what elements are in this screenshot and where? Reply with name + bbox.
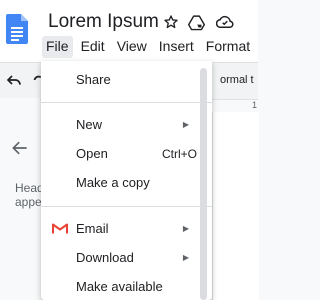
triangle-right-icon: ▶ (182, 224, 189, 233)
menu-divider (41, 206, 212, 207)
menu-edit[interactable]: Edit (77, 36, 109, 58)
menu-item-email[interactable]: Email ▶ (41, 216, 201, 242)
triangle-right-icon: ▶ (182, 120, 189, 129)
outline-hint: Head appe (15, 181, 44, 209)
menu-scrollbar[interactable] (200, 68, 207, 300)
menu-view[interactable]: View (113, 36, 151, 58)
arrow-left-icon[interactable] (10, 138, 30, 158)
triangle-right-icon: ▶ (182, 253, 189, 262)
menu-item-open[interactable]: Open Ctrl+O (41, 141, 201, 167)
document-page[interactable] (212, 112, 259, 300)
google-docs-icon[interactable] (6, 14, 28, 44)
undo-icon[interactable] (6, 73, 22, 87)
cloud-status-icon[interactable] (215, 12, 235, 32)
menu-item-new[interactable]: New ▶ (41, 112, 201, 138)
menu-format[interactable]: Format (202, 36, 254, 58)
menu-bar: File Edit View Insert Format (42, 36, 258, 58)
menu-file[interactable]: File (42, 36, 73, 58)
paragraph-style-dropdown[interactable]: ormal t (220, 74, 254, 86)
ruler-marker: 1 (252, 100, 258, 110)
menu-item-share[interactable]: Share (41, 67, 201, 93)
move-to-drive-icon[interactable] (186, 12, 206, 32)
document-title[interactable]: Lorem Ipsum (48, 11, 159, 33)
file-menu: Share New ▶ Open Ctrl+O Make a copy Emai… (41, 61, 212, 300)
gmail-icon (52, 223, 68, 234)
menu-insert[interactable]: Insert (155, 36, 198, 58)
menu-item-make-copy[interactable]: Make a copy (41, 170, 201, 196)
app-header: Lorem Ipsum File Edit View Insert Format (0, 0, 258, 62)
star-icon[interactable] (161, 12, 181, 32)
shortcut-label: Ctrl+O (161, 147, 197, 161)
menu-divider (41, 102, 212, 103)
menu-item-download[interactable]: Download ▶ (41, 245, 201, 271)
menu-item-make-available[interactable]: Make available (41, 274, 201, 300)
